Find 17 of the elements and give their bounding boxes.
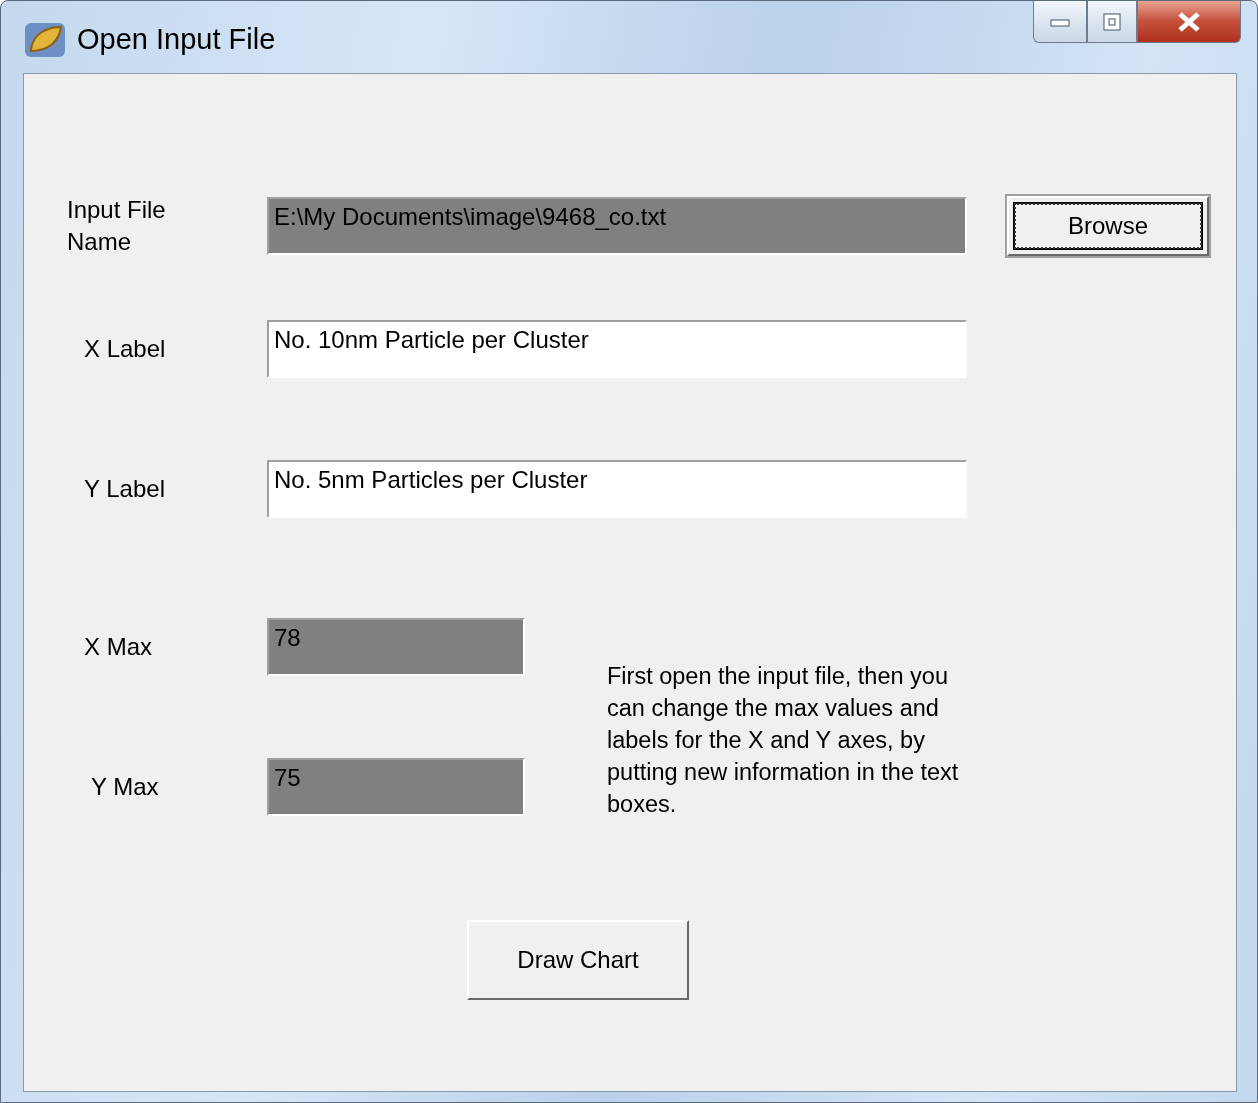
minimize-button[interactable]	[1033, 1, 1087, 43]
text-field[interactable]: No. 5nm Particles per Cluster	[267, 460, 967, 518]
window-title: Open Input File	[77, 23, 276, 56]
browse-button[interactable]: Browse	[1007, 196, 1209, 256]
minimize-icon	[1050, 16, 1070, 27]
field-label: X Label	[84, 334, 166, 364]
help-text: First open the input file, then you can change the max values and labels for the X and Y axes, by putting new information in the text boxes.	[607, 662, 960, 819]
text-field[interactable]: No. 10nm Particle per Cluster	[267, 320, 967, 378]
field-label: Y Label	[84, 474, 165, 504]
field-label: X Max	[84, 632, 152, 662]
close-icon	[1176, 10, 1202, 33]
maximize-button[interactable]	[1087, 1, 1137, 43]
field-label: Input File Name	[67, 195, 167, 257]
maximize-icon	[1103, 12, 1121, 31]
close-button[interactable]	[1137, 1, 1241, 43]
field-label: Y Max	[91, 772, 159, 802]
draw-chart-button[interactable]: Draw Chart	[467, 920, 689, 1000]
